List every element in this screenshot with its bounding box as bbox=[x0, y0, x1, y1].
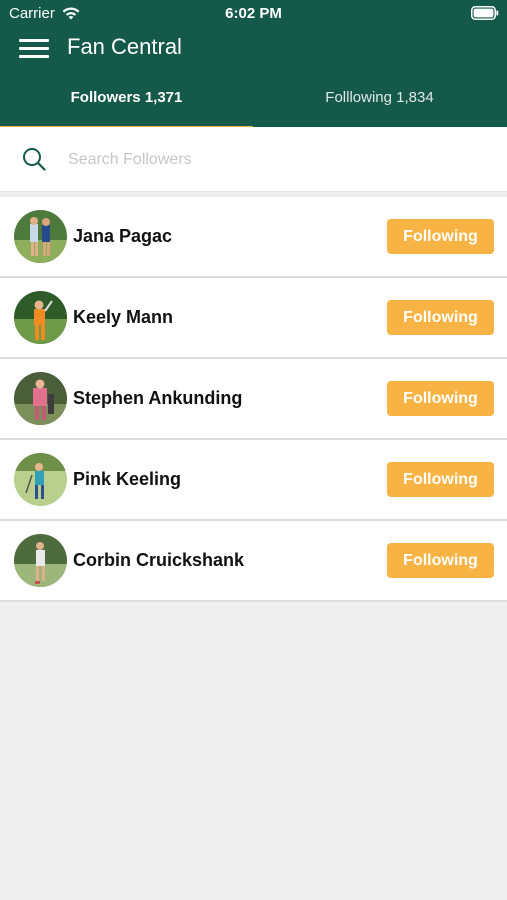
avatar bbox=[14, 372, 67, 425]
app-header: Carrier 6:02 PM Fan Central Followers 1,… bbox=[0, 0, 507, 129]
status-time: 6:02 PM bbox=[225, 5, 282, 22]
search-bar bbox=[0, 127, 507, 192]
tab-following[interactable]: Folllowing 1,834 bbox=[253, 78, 506, 127]
avatar bbox=[14, 534, 67, 587]
follower-name: Corbin Cruickshank bbox=[73, 550, 245, 570]
status-bar: Carrier 6:02 PM bbox=[0, 0, 507, 28]
list-item[interactable]: Keely Mann Following bbox=[0, 278, 507, 359]
list-item[interactable]: Jana Pagac Following bbox=[0, 197, 507, 278]
following-button[interactable]: Following bbox=[387, 543, 494, 578]
followers-list: Jana Pagac Following Keely Mann Followin… bbox=[0, 197, 507, 602]
battery-icon bbox=[471, 6, 499, 20]
page-title: Fan Central bbox=[67, 34, 182, 59]
avatar bbox=[14, 210, 67, 263]
following-button[interactable]: Following bbox=[387, 462, 494, 497]
avatar bbox=[14, 291, 67, 344]
list-item[interactable]: Pink Keeling Following bbox=[0, 440, 507, 521]
follower-name: Keely Mann bbox=[73, 307, 174, 327]
follower-name: Stephen Ankunding bbox=[73, 388, 243, 408]
search-icon bbox=[23, 148, 46, 171]
following-button[interactable]: Following bbox=[387, 300, 494, 335]
tab-followers[interactable]: Followers 1,371 bbox=[0, 78, 253, 127]
tab-bar: Followers 1,371 Folllowing 1,834 bbox=[0, 78, 507, 129]
following-button[interactable]: Following bbox=[387, 381, 494, 416]
follower-name: Jana Pagac bbox=[73, 226, 173, 246]
nav-bar: Fan Central bbox=[0, 28, 507, 68]
search-input[interactable] bbox=[66, 144, 490, 176]
following-button[interactable]: Following bbox=[387, 219, 494, 254]
follower-name: Pink Keeling bbox=[73, 469, 182, 489]
list-item[interactable]: Stephen Ankunding Following bbox=[0, 359, 507, 440]
hamburger-menu-icon[interactable] bbox=[19, 36, 49, 60]
list-item[interactable]: Corbin Cruickshank Following bbox=[0, 521, 507, 602]
avatar bbox=[14, 453, 67, 506]
